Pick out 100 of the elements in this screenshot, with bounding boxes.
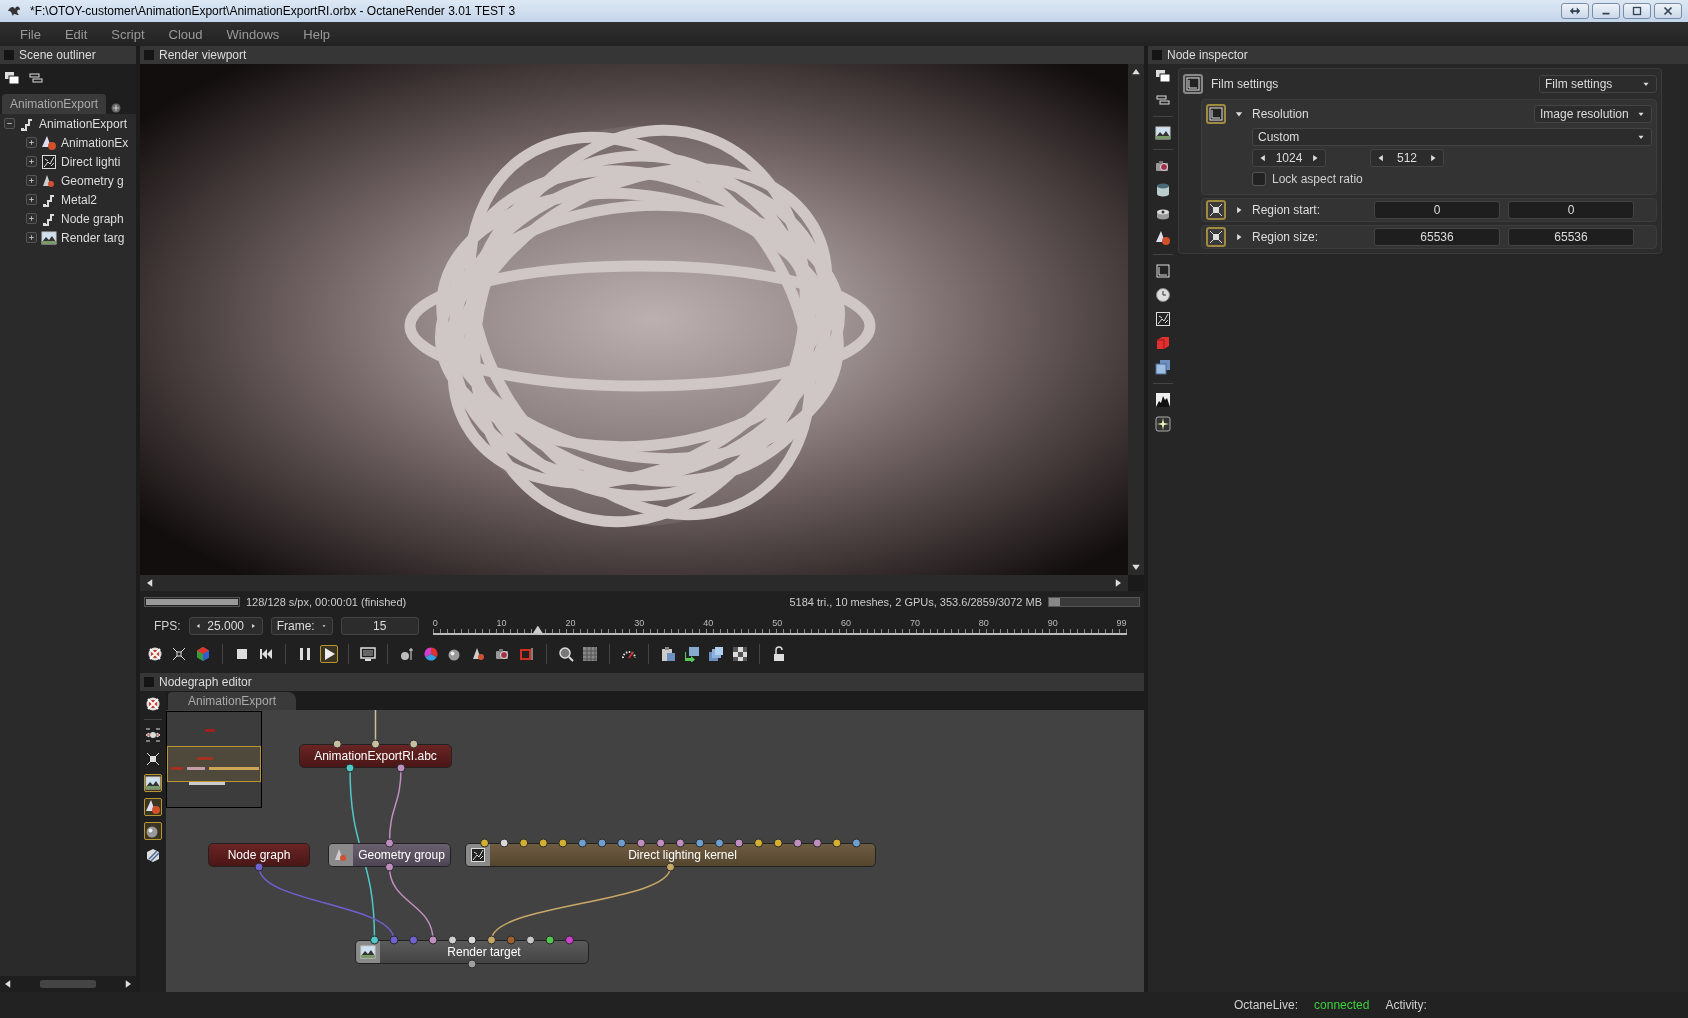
tree-item[interactable]: Render targ: [61, 230, 125, 245]
input-pin[interactable]: [636, 838, 646, 848]
tree-item[interactable]: Direct lighti: [61, 154, 121, 169]
dropdown[interactable]: Frame:: [270, 617, 333, 635]
dock-toggle[interactable]: [144, 677, 154, 687]
dock-toggle[interactable]: [4, 50, 14, 60]
dock-toggle[interactable]: [1152, 50, 1162, 60]
checkbox[interactable]: [1252, 172, 1266, 186]
number-field[interactable]: 0: [1508, 201, 1634, 219]
expand-triangle-icon[interactable]: [1234, 205, 1244, 215]
mesh-icon[interactable]: [1155, 230, 1171, 246]
output-pin[interactable]: [467, 959, 477, 969]
scroll-thumb[interactable]: [40, 980, 96, 988]
menu-item[interactable]: Cloud: [158, 26, 217, 42]
frame-icon[interactable]: [518, 645, 536, 663]
collapse-toggle[interactable]: [4, 118, 15, 129]
input-pin[interactable]: [499, 838, 509, 848]
vector-icon[interactable]: [1206, 200, 1226, 220]
input-pin[interactable]: [851, 838, 861, 848]
collapse-nodes-icon[interactable]: [144, 750, 162, 768]
menu-item[interactable]: Script: [101, 26, 159, 42]
input-pin[interactable]: [656, 838, 666, 848]
camera-icon[interactable]: [1155, 158, 1171, 174]
mesh-icon[interactable]: [144, 798, 162, 816]
expand-toggle[interactable]: [26, 156, 37, 167]
input-pin[interactable]: [812, 838, 822, 848]
input-pin[interactable]: [754, 838, 764, 848]
collapse-triangle-icon[interactable]: [1234, 109, 1244, 119]
input-pin[interactable]: [487, 935, 496, 945]
input-pin[interactable]: [734, 838, 744, 848]
color-wheel-icon[interactable]: [422, 645, 440, 663]
kernel-icon[interactable]: [1155, 311, 1171, 327]
number-field[interactable]: 65536: [1374, 228, 1500, 246]
graph-node[interactable]: Render target: [355, 940, 589, 964]
input-pin[interactable]: [480, 838, 490, 848]
input-pin[interactable]: [519, 838, 529, 848]
expand-toggle[interactable]: [26, 137, 37, 148]
input-pin[interactable]: [558, 838, 568, 848]
input-pin[interactable]: [448, 935, 457, 945]
number-spinner[interactable]: 1024: [1252, 149, 1326, 167]
clipboard-icon[interactable]: [659, 645, 677, 663]
arrow-right-icon[interactable]: [1428, 153, 1438, 163]
cancel-render-icon[interactable]: [146, 645, 164, 663]
expand-toggle[interactable]: [26, 175, 37, 186]
dropdown[interactable]: Film settings: [1539, 75, 1657, 93]
tab[interactable]: AnimationExport: [168, 692, 297, 710]
frame-field[interactable]: 15: [340, 617, 419, 635]
input-pin[interactable]: [526, 935, 535, 945]
input-pin[interactable]: [793, 838, 803, 848]
input-pin[interactable]: [597, 838, 607, 848]
input-pin[interactable]: [714, 838, 724, 848]
input-pin[interactable]: [506, 935, 516, 945]
number-field[interactable]: 65536: [1508, 228, 1634, 246]
tree-item[interactable]: AnimationEx: [61, 135, 129, 150]
arrow-right-icon[interactable]: [1310, 153, 1320, 163]
stack-icon[interactable]: [707, 645, 725, 663]
scrollbar[interactable]: [1128, 64, 1144, 575]
tree-item[interactable]: Node graph: [61, 211, 124, 226]
image-icon[interactable]: [1155, 125, 1171, 141]
graph-node[interactable]: Geometry group: [328, 843, 451, 867]
input-pin[interactable]: [332, 739, 342, 749]
arrow-left-icon[interactable]: [1376, 153, 1386, 163]
input-pin[interactable]: [428, 935, 438, 945]
tree-item[interactable]: Metal2: [61, 192, 98, 207]
expand-toggle[interactable]: [26, 213, 37, 224]
tree-item[interactable]: AnimationExport: [39, 116, 128, 131]
clock-icon[interactable]: [1155, 287, 1171, 303]
input-pin[interactable]: [675, 838, 685, 848]
cubes-icon[interactable]: [1155, 359, 1171, 375]
dropdown[interactable]: Custom: [1252, 128, 1652, 146]
tree-item[interactable]: Geometry g: [61, 173, 124, 188]
scrollbar[interactable]: [140, 575, 1128, 591]
list-icon[interactable]: [1155, 92, 1171, 108]
output-pin[interactable]: [396, 763, 406, 773]
vector-icon[interactable]: [1206, 227, 1226, 247]
minimap[interactable]: [166, 711, 262, 808]
input-pin[interactable]: [370, 935, 379, 945]
starburst-icon[interactable]: [1155, 416, 1171, 432]
cylinder-icon[interactable]: [1155, 182, 1171, 198]
input-pin[interactable]: [371, 739, 380, 749]
import-icon[interactable]: [683, 645, 701, 663]
crop-icon[interactable]: [1183, 74, 1203, 94]
image-icon[interactable]: [144, 774, 162, 792]
graph-node[interactable]: AnimationExportRI.abc: [299, 744, 452, 768]
input-pin[interactable]: [695, 838, 705, 848]
graph-node[interactable]: Node graph: [208, 843, 310, 867]
monitor-icon[interactable]: [359, 645, 377, 663]
dropdown[interactable]: Image resolution: [1534, 105, 1652, 123]
expand-toggle[interactable]: [26, 194, 37, 205]
timeline-track[interactable]: [432, 628, 1127, 635]
checker-icon[interactable]: [731, 645, 749, 663]
grid-icon[interactable]: [581, 645, 599, 663]
input-pin[interactable]: [409, 739, 419, 749]
sphere-pin-icon[interactable]: [398, 645, 416, 663]
cancel-icon[interactable]: [144, 695, 162, 713]
close-icon[interactable]: [1654, 3, 1682, 19]
menu-item[interactable]: File: [10, 26, 55, 42]
add-tab-icon[interactable]: [110, 102, 123, 114]
graph-node[interactable]: Direct lighting kernel: [465, 843, 876, 867]
input-pin[interactable]: [385, 838, 394, 848]
